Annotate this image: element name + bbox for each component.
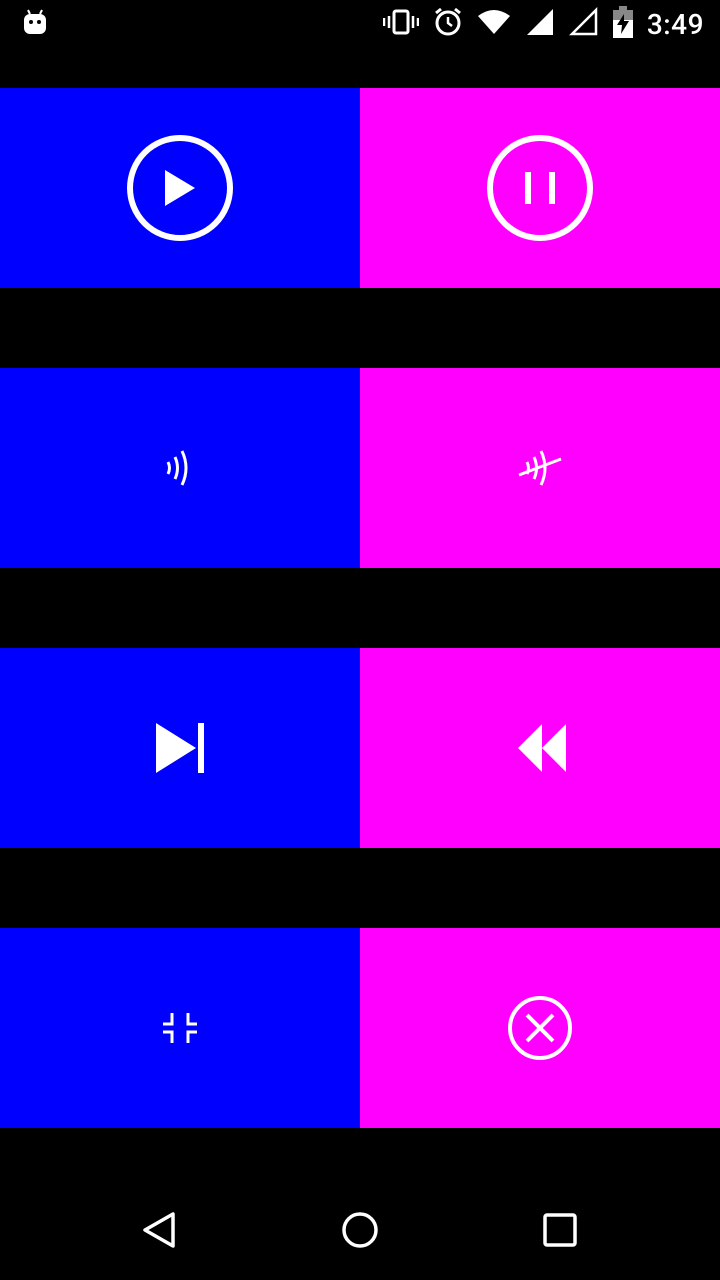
rewind-button[interactable] <box>360 648 720 848</box>
status-bar: 3:49 <box>0 0 720 48</box>
clock: 3:49 <box>646 7 704 41</box>
recents-icon <box>540 1210 580 1254</box>
android-icon <box>22 8 48 40</box>
play-circle-icon <box>125 133 235 243</box>
navigation-bar <box>0 1184 720 1280</box>
play-button[interactable] <box>0 88 360 288</box>
vibrate-icon <box>382 8 420 40</box>
wifi-icon <box>477 9 511 39</box>
pause-circle-icon <box>485 133 595 243</box>
fullscreen-exit-button[interactable] <box>0 928 360 1128</box>
signal-icon <box>525 7 555 41</box>
home-icon <box>340 1210 380 1254</box>
home-button[interactable] <box>312 1196 408 1268</box>
battery-charging-icon <box>612 6 633 42</box>
rewind-icon <box>510 720 570 776</box>
signal-empty-icon <box>568 6 599 41</box>
recents-button[interactable] <box>512 1196 608 1268</box>
skip-next-button[interactable] <box>0 648 360 848</box>
sound-waves-icon <box>160 443 200 493</box>
skip-next-icon <box>150 720 210 776</box>
sound-waves-off-button[interactable] <box>360 368 720 568</box>
back-button[interactable] <box>112 1196 208 1268</box>
alarm-icon <box>433 7 463 41</box>
back-icon <box>140 1210 180 1254</box>
pause-button[interactable] <box>360 88 720 288</box>
cancel-button[interactable] <box>360 928 720 1128</box>
cancel-circle-icon <box>505 993 575 1063</box>
sound-waves-off-icon <box>515 443 565 493</box>
sound-waves-button[interactable] <box>0 368 360 568</box>
fullscreen-exit-icon <box>160 1008 200 1048</box>
